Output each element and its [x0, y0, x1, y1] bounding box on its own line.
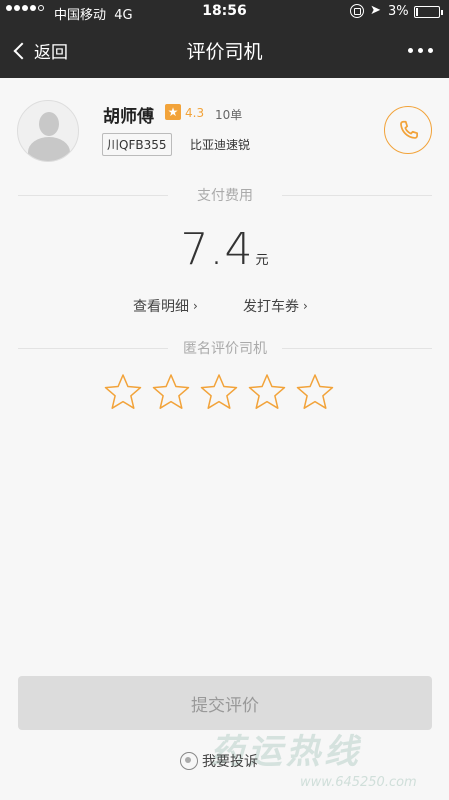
rating-section-label: 匿名评价司机 — [183, 341, 267, 357]
payment-section-label: 支付费用 — [197, 188, 253, 204]
complaint-label: 我要投诉 — [202, 754, 258, 770]
navigation-bar: 返回 评价司机 — [0, 24, 449, 78]
driver-card: 胡师傅 ★ 4.3 10单 川QFB355 比亚迪速锐 — [0, 78, 449, 178]
driver-avatar — [17, 100, 79, 162]
fare-display: 7.4 元 — [0, 224, 449, 275]
page-title: 评价司机 — [186, 41, 263, 63]
chevron-right-icon: › — [193, 299, 198, 313]
payment-section-header: 支付费用 — [18, 185, 432, 205]
driver-name: 胡师傅 — [103, 107, 154, 127]
status-bar: 中国移动 4G 18:56 ➤ 3% — [0, 0, 449, 24]
call-driver-button[interactable] — [384, 106, 432, 154]
send-coupon-label: 发打车券 — [243, 299, 299, 315]
submit-rating-button[interactable]: 提交评价 — [18, 676, 432, 730]
watermark-url: www.645250.com — [300, 775, 417, 790]
more-options-icon[interactable] — [408, 48, 433, 53]
chevron-right-icon: › — [303, 299, 308, 313]
car-model: 比亚迪速锐 — [190, 138, 251, 152]
fare-unit: 元 — [255, 253, 269, 268]
battery-icon — [414, 6, 443, 18]
driver-rating: 4.3 — [185, 106, 205, 120]
complaint-icon — [180, 752, 198, 770]
star-rating — [103, 372, 335, 412]
rating-star-3[interactable] — [199, 372, 239, 412]
rating-star-2[interactable] — [151, 372, 191, 412]
fare-amount: 7.4 — [180, 224, 254, 275]
location-arrow-icon: ➤ — [370, 3, 381, 18]
driver-order-count: 10单 — [215, 108, 243, 122]
rating-section-header: 匿名评价司机 — [18, 338, 432, 358]
send-coupon-link[interactable]: 发打车券 › — [243, 296, 308, 316]
view-details-link[interactable]: 查看明细 › — [133, 296, 198, 316]
star-icon: ★ — [165, 104, 181, 120]
view-details-label: 查看明细 — [133, 299, 189, 315]
phone-icon — [400, 120, 418, 139]
battery-percent: 3% — [388, 4, 409, 19]
rotation-lock-icon — [350, 4, 364, 18]
clock: 18:56 — [202, 3, 247, 19]
license-plate: 川QFB355 — [102, 133, 172, 156]
rating-star-4[interactable] — [247, 372, 287, 412]
complaint-link[interactable]: 我要投诉 — [180, 751, 258, 771]
rating-star-5[interactable] — [295, 372, 335, 412]
rating-star-1[interactable] — [103, 372, 143, 412]
